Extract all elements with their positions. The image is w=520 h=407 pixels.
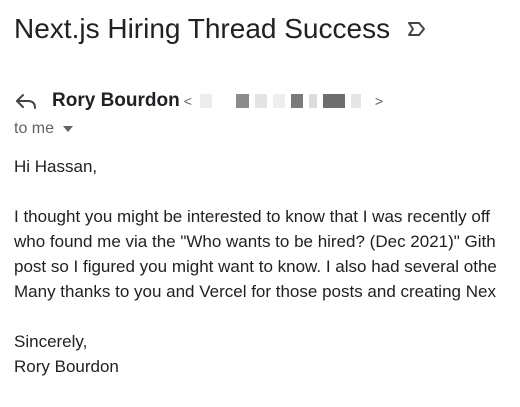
recipient-row: to me [14, 119, 76, 139]
email-body: Hi Hassan, I thought you might be intere… [14, 154, 520, 379]
greeting: Hi Hassan, [14, 157, 98, 176]
body-line: who found me via the "Who wants to be hi… [14, 232, 496, 251]
sender-name[interactable]: Rory Bourdon [52, 90, 180, 112]
closing: Sincerely, [14, 332, 88, 351]
chevron-down-icon[interactable] [60, 121, 76, 137]
redaction-block [217, 94, 230, 108]
label-important-icon[interactable] [406, 18, 428, 40]
redaction-block [350, 94, 361, 108]
redaction-block [290, 94, 303, 108]
redaction-block [308, 94, 317, 108]
body-line: Many thanks to you and Vercel for those … [14, 282, 496, 301]
reply-icon-svg [16, 94, 36, 109]
signature: Rory Bourdon [14, 357, 119, 376]
email-subject: Next.js Hiring Thread Success [14, 13, 391, 44]
recipient-text: to me [14, 120, 55, 137]
redaction-block [322, 94, 345, 108]
reply-icon[interactable] [14, 91, 40, 111]
label-important-icon-svg [408, 22, 426, 36]
body-line: post so I figured you might want to know… [14, 257, 497, 276]
subject-row: Next.js Hiring Thread Success [14, 10, 428, 48]
redacted-email-address [199, 94, 367, 108]
redaction-block [272, 94, 285, 108]
body-line: I thought you might be interested to kno… [14, 207, 490, 226]
sender-row: Rory Bourdon < > [14, 88, 385, 114]
chevron-down-icon-svg [63, 126, 74, 132]
sender-address-open: < [183, 93, 192, 109]
sender-address-close: > [374, 93, 384, 109]
redaction-block [199, 94, 212, 108]
redaction-block [235, 94, 249, 108]
redaction-block [254, 94, 267, 108]
